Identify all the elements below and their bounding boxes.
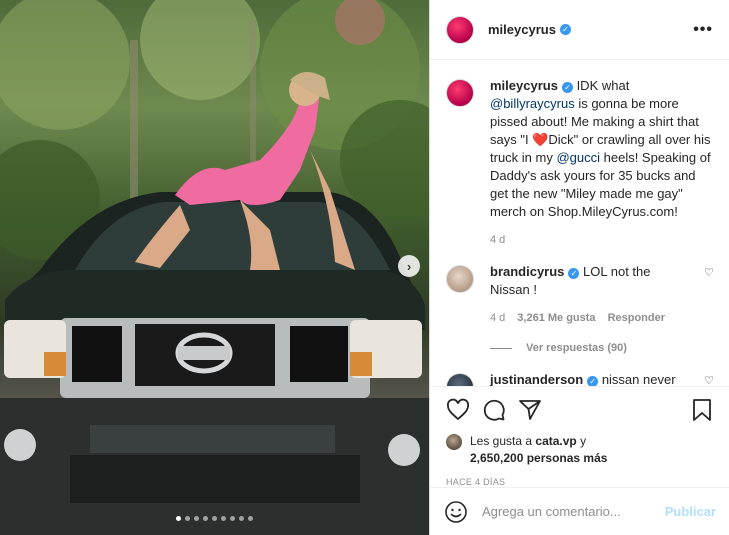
heart-emoji: ❤️	[532, 132, 549, 147]
comment: justinanderson ✓ nissan never ♡	[446, 371, 714, 386]
likes-count[interactable]: 2,650,200 personas más	[470, 451, 607, 465]
likes-prefix: Les gusta a	[470, 434, 536, 448]
carousel-dot	[221, 516, 226, 521]
carousel-dot	[239, 516, 244, 521]
carousel-dot	[176, 516, 181, 521]
commenter-username[interactable]: brandicyrus	[490, 264, 564, 279]
verified-badge-icon: ✓	[561, 82, 573, 93]
comment-likes[interactable]: 3,261 Me gusta	[517, 309, 595, 327]
post-timestamp[interactable]: HACE 4 DÍAS	[446, 477, 714, 487]
view-replies-button[interactable]: Ver respuestas (90)	[490, 339, 690, 357]
caption: mileycyrus ✓ IDK what @billyraycyrus is g…	[446, 77, 714, 249]
post-header: mileycyrus ✓ •••	[430, 0, 729, 60]
caption-time[interactable]: 4 d	[490, 231, 505, 249]
save-bookmark-icon[interactable]	[690, 398, 714, 422]
comment: brandicyrus ✓ LOL not the Nissan ! 4 d 3,…	[446, 263, 714, 357]
carousel-dot	[230, 516, 235, 521]
liker-avatar	[446, 434, 462, 450]
comment-text: nissan never	[601, 372, 676, 386]
carousel-dots	[0, 516, 429, 521]
liker-username[interactable]: cata.vp	[535, 434, 576, 448]
like-comment-icon[interactable]: ♡	[704, 374, 714, 386]
truck-photo	[0, 0, 429, 535]
carousel-dot	[194, 516, 199, 521]
like-heart-icon[interactable]	[446, 398, 470, 422]
view-replies-label: Ver respuestas (90)	[526, 342, 627, 354]
likes-summary[interactable]: Les gusta a cata.vp y 2,650,200 personas…	[446, 433, 714, 467]
add-comment-bar: Publicar	[430, 487, 729, 535]
comment-input[interactable]	[482, 504, 665, 519]
carousel-dot	[185, 516, 190, 521]
likes-middle: y	[576, 434, 587, 448]
mention-link[interactable]: @billyraycyrus	[490, 96, 575, 111]
mention-link[interactable]: @gucci	[556, 150, 600, 165]
post-photo[interactable]: ›	[0, 0, 429, 535]
comments-section[interactable]: mileycyrus ✓ IDK what @billyraycyrus is g…	[430, 61, 729, 386]
verified-badge-icon: ✓	[559, 24, 571, 35]
caption-avatar[interactable]	[446, 79, 474, 107]
caption-username[interactable]: mileycyrus	[490, 78, 558, 93]
share-paper-plane-icon[interactable]	[518, 398, 542, 422]
author-avatar[interactable]	[446, 15, 474, 44]
carousel-next-button[interactable]: ›	[398, 255, 420, 277]
carousel-dot	[248, 516, 253, 521]
commenter-avatar[interactable]	[446, 265, 474, 293]
caption-text-1: IDK what	[576, 78, 630, 93]
verified-badge-icon: ✓	[568, 268, 580, 279]
commenter-username[interactable]: justinanderson	[490, 372, 583, 386]
author-username[interactable]: mileycyrus	[488, 22, 556, 37]
commenter-avatar[interactable]	[446, 373, 474, 386]
comment-bubble-icon[interactable]	[482, 398, 506, 422]
like-comment-icon[interactable]: ♡	[704, 266, 714, 357]
comment-time[interactable]: 4 d	[490, 309, 505, 327]
verified-badge-icon: ✓	[587, 376, 599, 386]
reply-button[interactable]: Responder	[608, 309, 665, 327]
more-options-icon[interactable]: •••	[693, 21, 713, 39]
publish-button[interactable]: Publicar	[665, 504, 716, 519]
carousel-dot	[212, 516, 217, 521]
replies-divider	[490, 347, 512, 349]
post-actions: Les gusta a cata.vp y 2,650,200 personas…	[430, 386, 729, 487]
emoji-smiley-icon[interactable]	[444, 500, 468, 524]
carousel-dot	[203, 516, 208, 521]
post-side-panel: mileycyrus ✓ ••• mileycyrus ✓ IDK what @b…	[429, 0, 729, 535]
